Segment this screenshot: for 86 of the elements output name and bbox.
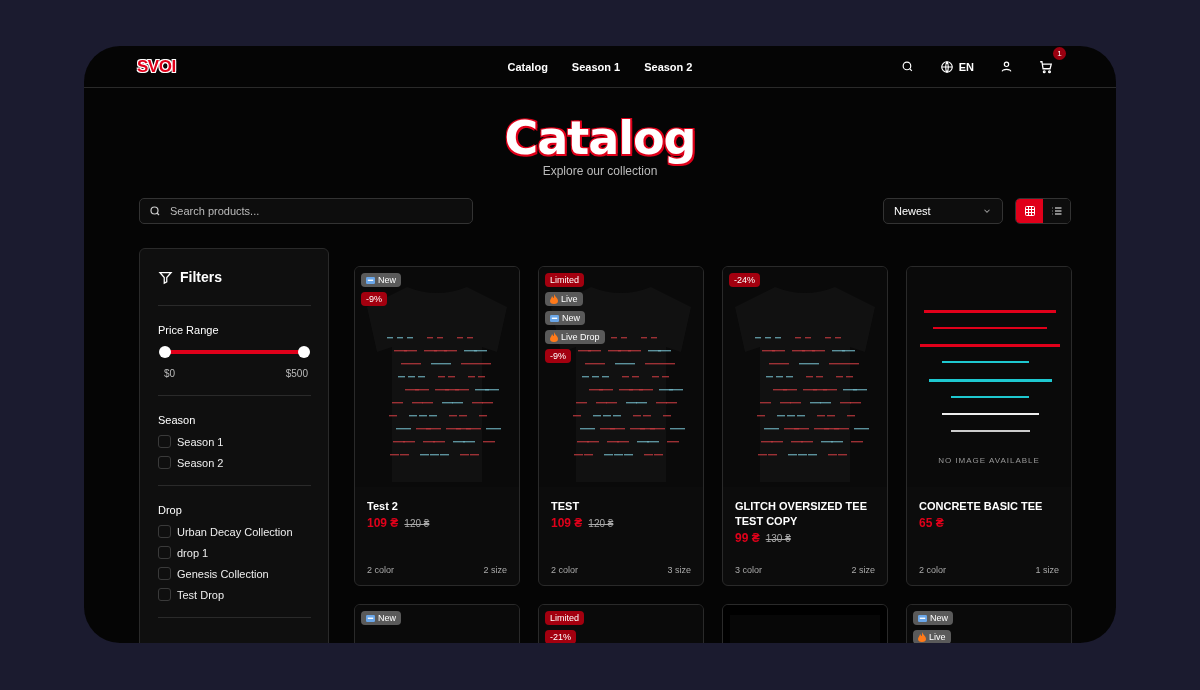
filters-title: Filters — [180, 269, 222, 285]
size-count: 2 size — [851, 565, 875, 575]
product-price: 99 ₴ — [735, 531, 760, 545]
product-card[interactable]: NO IMAGE AVAILABLE CONCRETE BASIC TEE 65 ₴ 2 color 1 size — [906, 266, 1072, 586]
logo[interactable]: SVOI — [137, 56, 176, 77]
search-field[interactable]: Search products... — [139, 198, 473, 224]
product-badge: -9% — [361, 292, 387, 306]
filter-icon — [158, 269, 173, 285]
flame-icon — [550, 294, 558, 304]
nav-link[interactable]: Catalog — [507, 60, 548, 73]
new-icon — [366, 613, 375, 623]
color-count: 2 color — [551, 565, 578, 575]
checkbox[interactable] — [158, 435, 171, 448]
product-card[interactable]: New Live — [906, 604, 1072, 643]
checkbox-label[interactable]: Test Drop — [177, 588, 225, 601]
slider-thumb[interactable] — [159, 346, 171, 358]
search-icon[interactable] — [900, 60, 914, 73]
product-badge: New — [913, 611, 953, 625]
product-badge: New — [545, 311, 585, 325]
product-name[interactable]: TEST — [551, 499, 691, 514]
old-price: 120 ₴ — [404, 518, 430, 529]
checkbox-label[interactable]: Urban Decay Collection — [177, 525, 293, 538]
new-icon — [550, 313, 559, 323]
page-title: Catalog — [503, 114, 697, 162]
checkbox-label[interactable]: Genesis Collection — [177, 567, 269, 580]
size-count: 3 size — [667, 565, 691, 575]
product-card[interactable]: New -9% Test 2 109 ₴ 120 ₴ 2 color 2 size — [354, 266, 520, 586]
product-badge: Live Drop — [545, 330, 605, 344]
product-badge: Limited — [545, 611, 584, 625]
checkbox[interactable] — [158, 546, 171, 559]
product-badge: -9% — [545, 349, 571, 363]
cart-count-badge: 1 — [1053, 46, 1066, 60]
flame-icon — [918, 632, 926, 642]
product-name[interactable]: Test 2 — [367, 499, 507, 514]
product-badge: Live — [913, 630, 951, 643]
product-price: 65 ₴ — [919, 516, 944, 530]
checkbox-label[interactable]: Season 1 — [177, 435, 224, 448]
color-count: 2 color — [367, 565, 394, 575]
old-price: 130 ₴ — [765, 533, 791, 544]
nav-link[interactable]: Season 1 — [571, 60, 621, 73]
product-card[interactable]: Limited -21% — [538, 604, 704, 643]
checkbox-label[interactable]: drop 1 — [177, 546, 209, 559]
checkbox[interactable] — [158, 567, 171, 580]
product-price: 109 ₴ — [367, 516, 399, 530]
product-price: 109 ₴ — [551, 516, 583, 530]
color-count: 2 color — [919, 565, 946, 575]
product-badge: -21% — [545, 630, 576, 643]
no-image-text: NO IMAGE AVAILABLE — [938, 455, 1040, 465]
checkbox[interactable] — [158, 456, 171, 469]
cart-icon[interactable] — [1039, 59, 1053, 74]
product-badge: Live — [545, 292, 583, 306]
filter-group-title: Drop — [158, 504, 183, 516]
product-card[interactable]: Limited Live New Live Drop -9% TEST 109 ₴ 120 ₴ 2 color 3 size — [538, 266, 704, 586]
max-price: $500 — [285, 368, 308, 379]
product-badge: New — [361, 611, 401, 625]
filter-group-title: Season — [158, 414, 197, 426]
language-button[interactable]: EN — [939, 59, 974, 74]
user-icon[interactable] — [1000, 60, 1013, 73]
new-icon — [366, 275, 375, 285]
page-subtitle: Explore our collection — [541, 164, 659, 178]
checkbox[interactable] — [158, 588, 171, 601]
new-icon — [918, 613, 927, 623]
checkbox-label[interactable]: Season 2 — [177, 456, 224, 469]
product-badge: -24% — [729, 273, 760, 287]
list-view-button[interactable] — [1043, 199, 1070, 223]
color-count: 3 color — [735, 565, 762, 575]
nav-link[interactable]: Season 2 — [644, 60, 693, 73]
flame-icon — [550, 332, 558, 342]
slider-thumb[interactable] — [298, 346, 310, 358]
grid-icon — [1023, 205, 1036, 217]
grid-view-button[interactable] — [1016, 199, 1043, 223]
globe-icon — [939, 59, 954, 74]
price-range-label: Price Range — [158, 324, 220, 336]
size-count: 1 size — [1035, 565, 1059, 575]
min-price: $0 — [164, 368, 176, 379]
old-price: 120 ₴ — [588, 518, 614, 529]
product-badge: New — [361, 273, 401, 287]
size-count: 2 size — [483, 565, 507, 575]
product-badge: Limited — [545, 273, 584, 287]
product-name[interactable]: GLITCH OVERSIZED TEE TEST COPY — [735, 499, 875, 529]
product-card[interactable]: -24% GLITCH OVERSIZED TEE TEST COPY 99 ₴ 130 ₴ 3 color 2 size — [722, 266, 888, 586]
sort-dropdown[interactable]: Newest — [883, 198, 1003, 224]
price-range-slider[interactable] — [158, 345, 311, 359]
product-card[interactable]: New — [354, 604, 520, 643]
product-name[interactable]: CONCRETE BASIC TEE — [919, 499, 1059, 514]
checkbox[interactable] — [158, 525, 171, 538]
